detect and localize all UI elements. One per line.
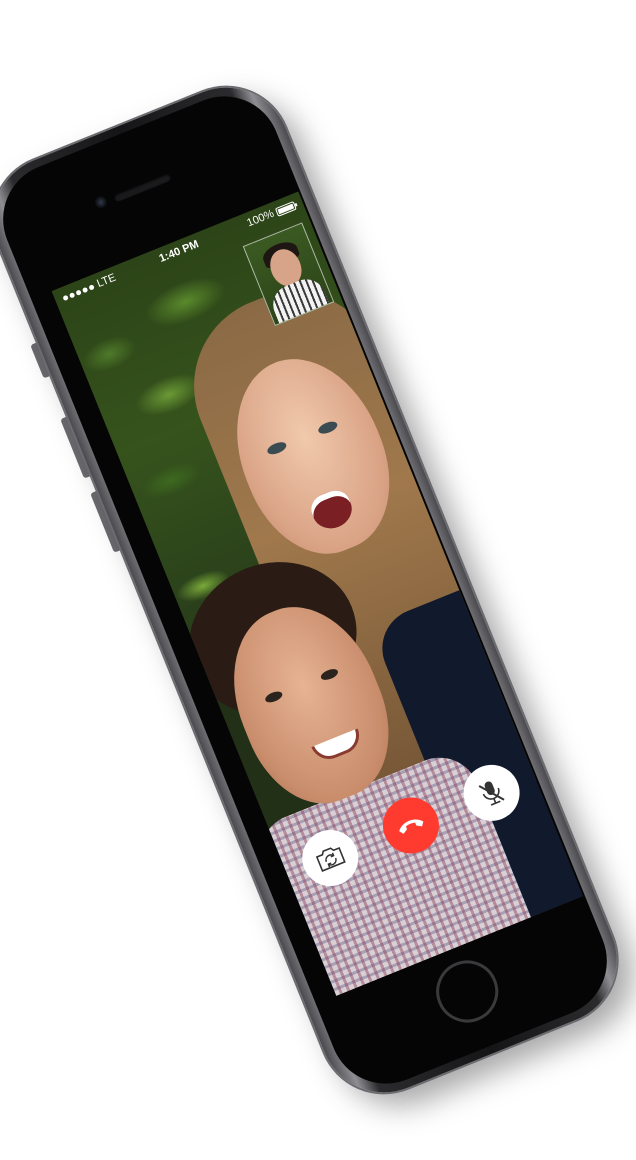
earpiece-speaker — [113, 172, 172, 203]
camera-rotate-icon — [315, 846, 346, 872]
iphone-device: LTE 1:40 PM 100% — [0, 68, 636, 1112]
phone-front-panel: LTE 1:40 PM 100% — [0, 79, 624, 1101]
mute-button[interactable] — [455, 756, 529, 830]
microphone-slash-icon — [478, 781, 505, 806]
home-button[interactable] — [426, 951, 508, 1032]
product-stage: LTE 1:40 PM 100% — [0, 0, 636, 1160]
phone-hangup-icon — [399, 819, 424, 834]
end-call-button[interactable] — [374, 789, 448, 862]
flip-camera-button[interactable] — [293, 821, 367, 895]
facetime-call-screen: LTE 1:40 PM 100% — [51, 191, 583, 996]
front-camera — [93, 194, 109, 211]
